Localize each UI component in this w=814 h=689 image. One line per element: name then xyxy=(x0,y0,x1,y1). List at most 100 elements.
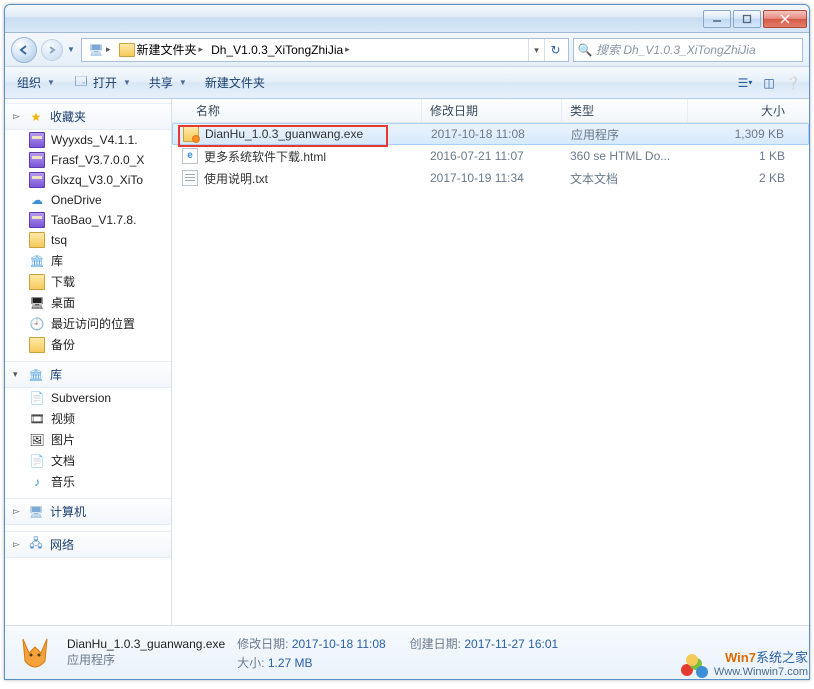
open-button[interactable]: 🗔打开▼ xyxy=(67,71,137,95)
txt-icon xyxy=(182,170,198,186)
sidebar-item[interactable]: 🖼图片 xyxy=(5,429,171,450)
file-row[interactable]: DianHu_1.0.3_guanwang.exe 2017-10-18 11:… xyxy=(172,123,809,145)
sidebar-item[interactable]: 🕘最近访问的位置 xyxy=(5,313,171,334)
view-options-button[interactable]: ☰▾ xyxy=(735,73,755,93)
share-button[interactable]: 共享▼ xyxy=(143,71,193,95)
file-rows: DianHu_1.0.3_guanwang.exe 2017-10-18 11:… xyxy=(172,123,809,625)
sidebar-item[interactable]: 📄Subversion xyxy=(5,388,171,408)
preview-pane-button[interactable]: ◫ xyxy=(759,73,779,93)
file-date: 2017-10-18 11:08 xyxy=(423,124,563,144)
titlebar xyxy=(5,5,809,33)
file-row[interactable]: 使用说明.txt 2017-10-19 11:34 文本文档 2 KB xyxy=(172,167,809,189)
col-name[interactable]: 名称 xyxy=(172,99,422,122)
file-size: 2 KB xyxy=(688,167,809,189)
navigation-pane[interactable]: ▻★收藏夹 Wyyxds_V4.1.1. Frasf_V3.7.0.0_X Gl… xyxy=(5,99,172,625)
archive-icon xyxy=(29,132,45,148)
file-name: 使用说明.txt xyxy=(204,170,268,187)
column-headers: 名称 修改日期 类型 大小 xyxy=(172,99,809,123)
search-placeholder: 搜索 Dh_V1.0.3_XiTongZhiJia xyxy=(596,41,802,58)
nav-row: ▼ 🖥▸ 新建文件夹▸ Dh_V1.0.3_XiTongZhiJia▸ ▾ ↻ … xyxy=(5,33,809,67)
close-button[interactable] xyxy=(763,10,807,28)
organize-button[interactable]: 组织▼ xyxy=(11,71,61,95)
nav-back-button[interactable] xyxy=(11,37,37,63)
exe-icon xyxy=(183,126,199,142)
file-large-icon xyxy=(15,633,55,673)
nav-forward-button[interactable] xyxy=(41,39,63,61)
address-bar[interactable]: 🖥▸ 新建文件夹▸ Dh_V1.0.3_XiTongZhiJia▸ ▾ ↻ xyxy=(81,38,569,62)
details-filetype: 应用程序 xyxy=(67,651,225,668)
library-icon: 🏛 xyxy=(29,253,45,269)
open-icon: 🗔 xyxy=(73,75,89,91)
refresh-button[interactable]: ↻ xyxy=(544,39,566,61)
star-icon: ★ xyxy=(28,109,44,125)
sidebar-item[interactable]: 🖥桌面 xyxy=(5,292,171,313)
sidebar-item[interactable]: ♪音乐 xyxy=(5,471,171,492)
col-date[interactable]: 修改日期 xyxy=(422,99,562,122)
sidebar-item[interactable]: 🎞视频 xyxy=(5,408,171,429)
sidebar-item[interactable]: TaoBao_V1.7.8. xyxy=(5,210,171,230)
file-type: 360 se HTML Do... xyxy=(562,145,688,167)
file-name: 更多系统软件下载.html xyxy=(204,148,326,165)
file-list-pane: 名称 修改日期 类型 大小 DianHu_1.0.3_guanwang.exe … xyxy=(172,99,809,625)
breadcrumb-seg[interactable]: 新建文件夹 xyxy=(137,41,197,58)
onedrive-icon: ☁ xyxy=(29,192,45,208)
music-icon: ♪ xyxy=(29,474,45,490)
pictures-icon: 🖼 xyxy=(29,432,45,448)
sidebar-item[interactable]: tsq xyxy=(5,230,171,250)
documents-icon: 📄 xyxy=(29,453,45,469)
sidebar-item[interactable]: 📄文档 xyxy=(5,450,171,471)
sidebar-item[interactable]: Glxzq_V3.0_XiTo xyxy=(5,170,171,190)
sidebar-item[interactable]: Frasf_V3.7.0.0_X xyxy=(5,150,171,170)
libraries-header[interactable]: ▾🏛库 xyxy=(5,361,171,388)
new-folder-button[interactable]: 新建文件夹 xyxy=(199,71,271,95)
html-icon xyxy=(182,148,198,164)
minimize-button[interactable] xyxy=(703,10,731,28)
library-icon: 🏛 xyxy=(28,367,44,383)
sidebar-item[interactable]: 🏛库 xyxy=(5,250,171,271)
maximize-button[interactable] xyxy=(733,10,761,28)
address-dropdown[interactable]: ▾ xyxy=(528,39,544,61)
file-date: 2017-10-19 11:34 xyxy=(422,167,562,189)
breadcrumb-seg[interactable]: Dh_V1.0.3_XiTongZhiJia xyxy=(211,43,343,57)
body: ▻★收藏夹 Wyyxds_V4.1.1. Frasf_V3.7.0.0_X Gl… xyxy=(5,99,809,625)
computer-icon: 🖥 xyxy=(28,504,44,520)
command-bar: 组织▼ 🗔打开▼ 共享▼ 新建文件夹 ☰▾ ◫ ❔ xyxy=(5,67,809,99)
file-type: 应用程序 xyxy=(563,124,689,144)
network-header[interactable]: ▻🖧网络 xyxy=(5,531,171,558)
col-size[interactable]: 大小 xyxy=(688,99,809,122)
video-icon: 🎞 xyxy=(29,411,45,427)
computer-header[interactable]: ▻🖥计算机 xyxy=(5,498,171,525)
archive-icon xyxy=(29,212,45,228)
sidebar-item[interactable]: 备份 xyxy=(5,334,171,355)
file-type: 文本文档 xyxy=(562,167,688,189)
file-size: 1,309 KB xyxy=(689,124,808,144)
help-button[interactable]: ❔ xyxy=(783,73,803,93)
file-name: DianHu_1.0.3_guanwang.exe xyxy=(205,127,363,141)
file-date: 2016-07-21 11:07 xyxy=(422,145,562,167)
folder-icon xyxy=(29,274,45,290)
details-size: 1.27 MB xyxy=(268,656,313,670)
archive-icon xyxy=(29,172,45,188)
sidebar-item[interactable]: 下载 xyxy=(5,271,171,292)
search-icon: 🔍 xyxy=(574,43,596,57)
desktop-icon: 🖥 xyxy=(29,295,45,311)
explorer-window: ▼ 🖥▸ 新建文件夹▸ Dh_V1.0.3_XiTongZhiJia▸ ▾ ↻ … xyxy=(4,4,810,680)
svn-icon: 📄 xyxy=(29,390,45,406)
search-box[interactable]: 🔍 搜索 Dh_V1.0.3_XiTongZhiJia xyxy=(573,38,803,62)
col-type[interactable]: 类型 xyxy=(562,99,688,122)
recent-icon: 🕘 xyxy=(29,316,45,332)
folder-icon xyxy=(119,43,135,57)
file-size: 1 KB xyxy=(688,145,809,167)
file-row[interactable]: 更多系统软件下载.html 2016-07-21 11:07 360 se HT… xyxy=(172,145,809,167)
sidebar-item[interactable]: Wyyxds_V4.1.1. xyxy=(5,130,171,150)
network-icon: 🖧 xyxy=(28,537,44,553)
computer-icon: 🖥 xyxy=(88,42,104,58)
watermark: Win7系统之家 Www.Winwin7.com xyxy=(680,650,808,679)
details-filename: DianHu_1.0.3_guanwang.exe xyxy=(67,637,225,651)
sidebar-item[interactable]: ☁OneDrive xyxy=(5,190,171,210)
nav-history-dropdown[interactable]: ▼ xyxy=(67,45,77,54)
archive-icon xyxy=(29,152,45,168)
favorites-header[interactable]: ▻★收藏夹 xyxy=(5,103,171,130)
window-controls xyxy=(703,10,807,28)
details-modified: 2017-10-18 11:08 xyxy=(292,637,386,651)
